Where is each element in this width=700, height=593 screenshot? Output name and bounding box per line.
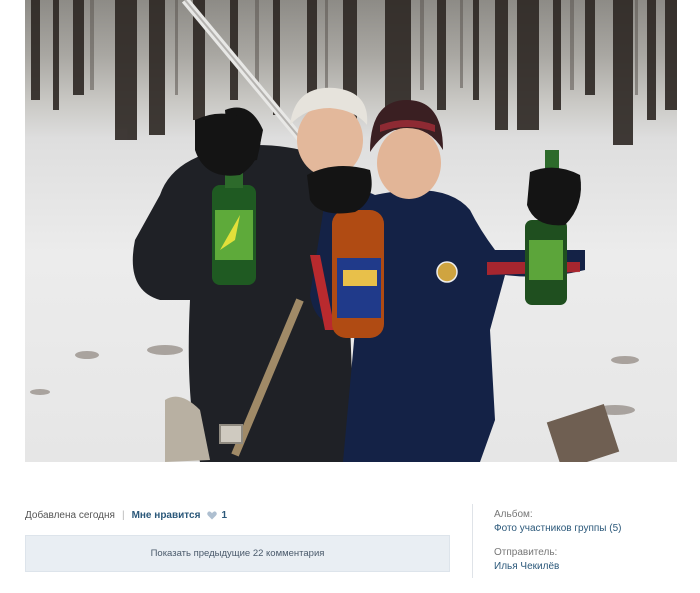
like-button[interactable]: Мне нравится 1 (132, 510, 227, 521)
show-previous-comments-button[interactable]: Показать предыдущие 22 комментария (25, 535, 450, 572)
heart-icon (207, 511, 218, 520)
divider (472, 504, 473, 578)
photo-icon (30, 0, 677, 462)
added-date: Добавлена сегодня (25, 510, 115, 521)
album-label: Альбом: (494, 509, 533, 520)
show-previous-comments-label: Показать предыдущие 22 комментария (150, 548, 325, 559)
photo[interactable] (25, 0, 677, 462)
photo-meta: Добавлена сегодня | Мне нравится 1 (25, 510, 227, 521)
like-label: Мне нравится (131, 510, 201, 521)
photo-info-sidebar: Альбом: Фото участников группы (5) Отпра… (494, 508, 621, 574)
sender-link[interactable]: Илья Чекилёв (494, 560, 621, 574)
sender-label: Отправитель: (494, 547, 558, 558)
like-count: 1 (221, 510, 228, 521)
separator: | (121, 510, 125, 521)
album-link[interactable]: Фото участников группы (5) (494, 522, 621, 536)
